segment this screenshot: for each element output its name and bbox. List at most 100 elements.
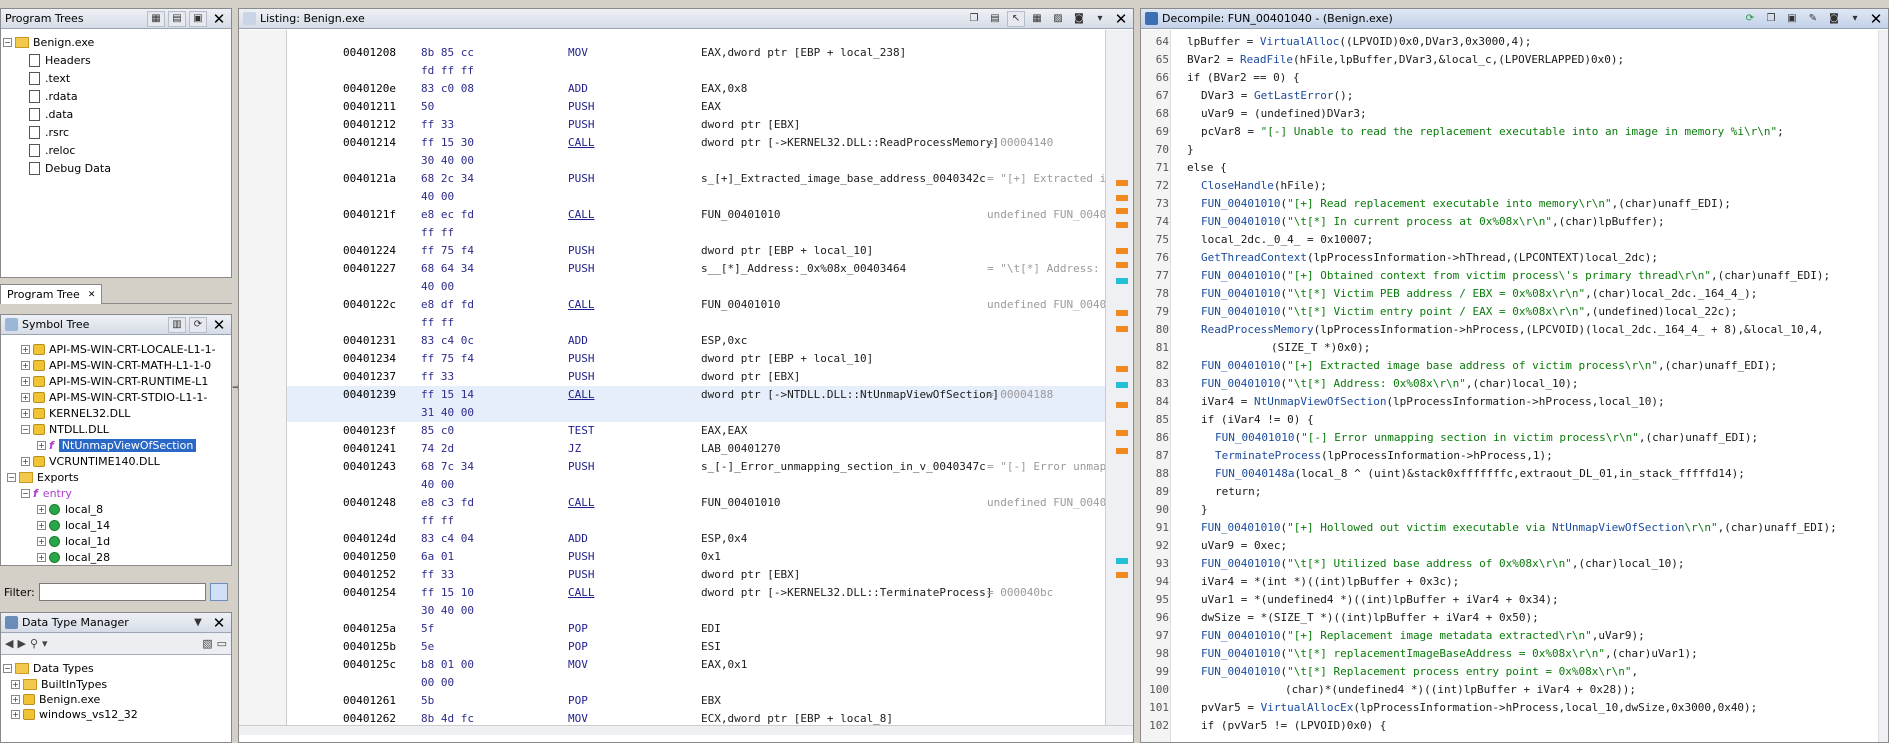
code-text[interactable]: if (pvVar5 != (LPVOID)0x0) { (1201, 719, 1386, 732)
close-icon[interactable]: ✕ (211, 614, 227, 632)
code-text[interactable]: } (1187, 143, 1194, 156)
operand[interactable]: s__[*]_Address:_0x%08x_00403464 (701, 262, 906, 275)
code-line[interactable]: 85 if (iVar4 != 0) { (1141, 411, 1888, 429)
mnemonic[interactable]: PUSH (568, 100, 595, 113)
refresh-icon[interactable]: ⟳ (1741, 11, 1759, 27)
code-line[interactable]: 93 FUN_00401010("\t[*] Utilized base addr… (1141, 555, 1888, 573)
operand[interactable]: 0x1 (701, 550, 721, 563)
mnemonic[interactable]: PUSH (568, 460, 595, 473)
mnemonic[interactable]: PUSH (568, 262, 595, 275)
overview-marker[interactable] (1116, 402, 1128, 408)
new-tree-icon[interactable]: ▦ (147, 10, 165, 27)
operand[interactable]: FUN_00401010 (701, 208, 780, 221)
code-text[interactable]: FUN_00401010("[+] Read replacement execu… (1201, 197, 1731, 210)
mnemonic[interactable]: ADD (568, 82, 588, 95)
overview-marker[interactable] (1116, 195, 1128, 201)
mnemonic[interactable]: TEST (568, 424, 595, 437)
code-line[interactable]: 65 BVar2 = ReadFile(hFile,lpBuffer,DVar3,… (1141, 51, 1888, 69)
code-text[interactable]: lpBuffer = VirtualAlloc((LPVOID)0x0,DVar… (1187, 35, 1531, 48)
listing-row[interactable]: 00401234 ff 75 f4 PUSH dword ptr [EBP + loc… (287, 350, 1105, 368)
mnemonic[interactable]: ADD (568, 532, 588, 545)
listing-row[interactable]: 31 40 00 (287, 404, 1105, 422)
dropdown-icon[interactable]: ▼ (189, 615, 207, 631)
open-folder-icon[interactable]: ▤ (168, 10, 186, 27)
overview-marker[interactable] (1116, 208, 1128, 214)
operand[interactable]: dword ptr [->NTDLL.DLL::NtUnmapViewOfSec… (701, 388, 999, 401)
overview-marker[interactable] (1116, 572, 1128, 578)
code-text[interactable]: local_2dc._0_4_ = 0x10007; (1201, 233, 1373, 246)
operand[interactable]: dword ptr [EBX] (701, 568, 800, 581)
format-icon[interactable]: ▦ (1028, 11, 1046, 27)
listing-row[interactable]: 00401239 ff 15 14 CALL dword ptr [->NTDLL.D… (287, 386, 1105, 404)
code-line[interactable]: 100 (char)*(undefined4 *)((int)lpBuffer +… (1141, 681, 1888, 699)
code-line[interactable]: 86 FUN_00401010("[-] Error unmapping sect… (1141, 429, 1888, 447)
import-dll[interactable]: + API-MS-WIN-CRT-STDIO-L1-1- (3, 389, 229, 405)
mnemonic[interactable]: PUSH (568, 118, 595, 131)
code-text[interactable]: (char)*(undefined4 *)((int)lpBuffer + iV… (1285, 683, 1636, 696)
close-icon[interactable]: ✕ (211, 10, 227, 28)
data-type-archive[interactable]: + windows_vs12_32 (3, 707, 229, 722)
mnemonic[interactable]: PUSH (568, 550, 595, 563)
listing-row[interactable]: 0040124d 83 c4 04 ADD ESP,0x4 (287, 530, 1105, 548)
diff-icon[interactable]: ▨ (1049, 11, 1067, 27)
listing-row[interactable]: 30 40 00 (287, 152, 1105, 170)
code-text[interactable]: FUN_00401010("[+] Extracted image base a… (1201, 359, 1777, 372)
code-line[interactable]: 64 lpBuffer = VirtualAlloc((LPVOID)0x0,DV… (1141, 33, 1888, 51)
overview-marker[interactable] (1116, 278, 1128, 284)
operand[interactable]: EDI (701, 622, 721, 635)
import-dll[interactable]: + KERNEL32.DLL (3, 405, 229, 421)
import-function[interactable]: + f NtUnmapViewOfSection (3, 437, 229, 453)
expand-icon[interactable]: + (37, 520, 46, 530)
mnemonic[interactable]: PUSH (568, 352, 595, 365)
listing-horizontal-scrollbar[interactable] (239, 725, 1133, 735)
listing-row[interactable]: 00401208 8b 85 cc MOV EAX,dword ptr [EBP + … (287, 44, 1105, 62)
options-icon[interactable]: ▾ (1846, 11, 1864, 27)
code-text[interactable]: FUN_00401010("[+] Obtained context from … (1201, 269, 1830, 282)
code-line[interactable]: 101 pvVar5 = VirtualAllocEx(lpProcessInfo… (1141, 699, 1888, 717)
listing-row[interactable]: 40 00 (287, 188, 1105, 206)
listing-row[interactable]: 40 00 (287, 278, 1105, 296)
expand-icon[interactable]: + (21, 344, 30, 354)
code-line[interactable]: 92 uVar9 = 0xec; (1141, 537, 1888, 555)
code-text[interactable]: FUN_00401010("[+] Replacement image meta… (1201, 629, 1645, 642)
expand-icon[interactable]: + (11, 710, 20, 719)
mnemonic[interactable]: POP (568, 640, 588, 653)
code-text[interactable]: GetThreadContext(lpProcessInformation->h… (1201, 251, 1658, 264)
listing-row[interactable]: 0040122c e8 df fd CALL FUN_00401010 undefine… (287, 296, 1133, 314)
expand-icon[interactable]: − (21, 424, 30, 434)
operand[interactable]: EAX,dword ptr [EBP + local_238] (701, 46, 906, 59)
code-line[interactable]: 81 (SIZE_T *)0x0); (1141, 339, 1888, 357)
code-line[interactable]: 96 dwSize = *(SIZE_T *)((int)lpBuffer + i… (1141, 609, 1888, 627)
archive-icon[interactable]: ▧ (202, 637, 212, 650)
code-line[interactable]: 87 TerminateProcess(lpProcessInformation-… (1141, 447, 1888, 465)
code-text[interactable]: FUN_00401010("\t[*] Replacement process … (1201, 665, 1638, 678)
code-text[interactable]: CloseHandle(hFile); (1201, 179, 1327, 192)
expand-icon[interactable]: + (11, 695, 20, 704)
mnemonic[interactable]: CALL (568, 136, 595, 149)
save-icon[interactable]: ▣ (189, 10, 207, 27)
tree-root[interactable]: − Benign.exe (3, 33, 229, 51)
expand-icon[interactable]: + (37, 552, 46, 562)
mnemonic[interactable]: PUSH (568, 370, 595, 383)
code-text[interactable]: } (1201, 503, 1208, 516)
close-icon[interactable]: ✕ (211, 316, 227, 334)
mnemonic[interactable]: PUSH (568, 568, 595, 581)
operand[interactable]: EBX (701, 694, 721, 707)
refresh-icon[interactable]: ⟳ (189, 316, 207, 333)
overview-marker[interactable] (1116, 558, 1128, 564)
mnemonic[interactable]: CALL (568, 496, 595, 509)
entry-function[interactable]: − f entry (3, 485, 229, 501)
copy-icon[interactable]: ❐ (1762, 11, 1780, 27)
import-dll[interactable]: − NTDLL.DLL (3, 421, 229, 437)
decompile-body[interactable]: 64 lpBuffer = VirtualAlloc((LPVOID)0x0,DV… (1141, 30, 1888, 742)
listing-row[interactable]: 00 00 (287, 674, 1105, 692)
code-text[interactable]: if (iVar4 != 0) { (1201, 413, 1314, 426)
mnemonic[interactable]: CALL (568, 586, 595, 599)
data-type-archive[interactable]: + Benign.exe (3, 692, 229, 707)
expand-icon[interactable]: + (11, 680, 20, 689)
local-variable[interactable]: + local_28 (3, 549, 229, 565)
listing-row[interactable]: 00401214 ff 15 30 CALL dword ptr [->KERNEL3… (287, 134, 1105, 152)
code-text[interactable]: FUN_0040148a(local_8 ^ (uint)&stack0xfff… (1215, 467, 1745, 480)
listing-row[interactable]: 00401212 ff 33 PUSH dword ptr [EBX] (287, 116, 1105, 134)
operand[interactable]: ECX,dword ptr [EBP + local_8] (701, 712, 893, 725)
